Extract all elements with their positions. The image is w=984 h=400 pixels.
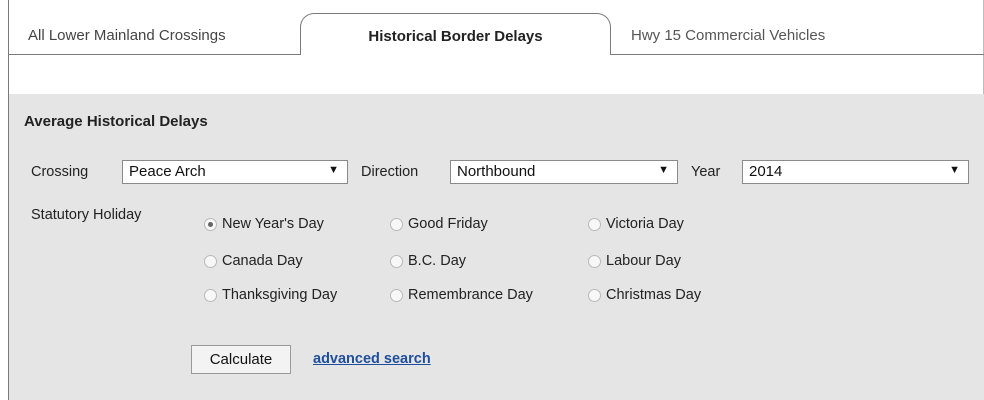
crossing-value: Peace Arch [129,163,206,180]
radio-button-icon [390,289,403,302]
year-label: Year [691,164,721,180]
calculate-button[interactable]: Calculate [191,345,291,374]
radio-button-icon [588,289,601,302]
direction-value: Northbound [457,163,536,180]
dropdown-arrow-icon: ▼ [949,164,960,176]
radio-button-icon [588,218,601,231]
tab-label: Historical Border Delays [368,28,543,45]
section-title: Average Historical Delays [24,113,208,130]
tab-divider [610,54,984,55]
year-value: 2014 [749,163,783,180]
search-panel: Average Historical Delays Crossing Peace… [9,94,984,400]
direction-label: Direction [361,164,419,180]
radio-button-icon [204,255,217,268]
tab-hwy-15-commercial-vehicles[interactable]: Hwy 15 Commercial Vehicles [631,27,825,44]
dropdown-arrow-icon: ▼ [658,164,669,176]
tab-divider [9,54,301,55]
advanced-search-link[interactable]: advanced search [313,351,431,367]
crossing-select[interactable]: Peace Arch ▼ [122,160,348,184]
year-select[interactable]: 2014 ▼ [742,160,969,184]
radio-button-icon [204,218,217,231]
radio-button-icon [588,255,601,268]
dropdown-arrow-icon: ▼ [328,164,339,176]
tab-bar: All Lower Mainland Crossings Historical … [9,0,984,55]
radio-button-icon [390,218,403,231]
radio-button-icon [204,289,217,302]
crossing-label: Crossing [31,164,89,180]
tab-all-lower-mainland-crossings[interactable]: All Lower Mainland Crossings [28,27,226,44]
statutory-holiday-label: Statutory Holiday [31,207,142,223]
direction-select[interactable]: Northbound ▼ [450,160,678,184]
radio-button-icon [390,255,403,268]
app-frame: All Lower Mainland Crossings Historical … [8,0,984,400]
tab-historical-border-delays[interactable]: Historical Border Delays [300,13,611,55]
